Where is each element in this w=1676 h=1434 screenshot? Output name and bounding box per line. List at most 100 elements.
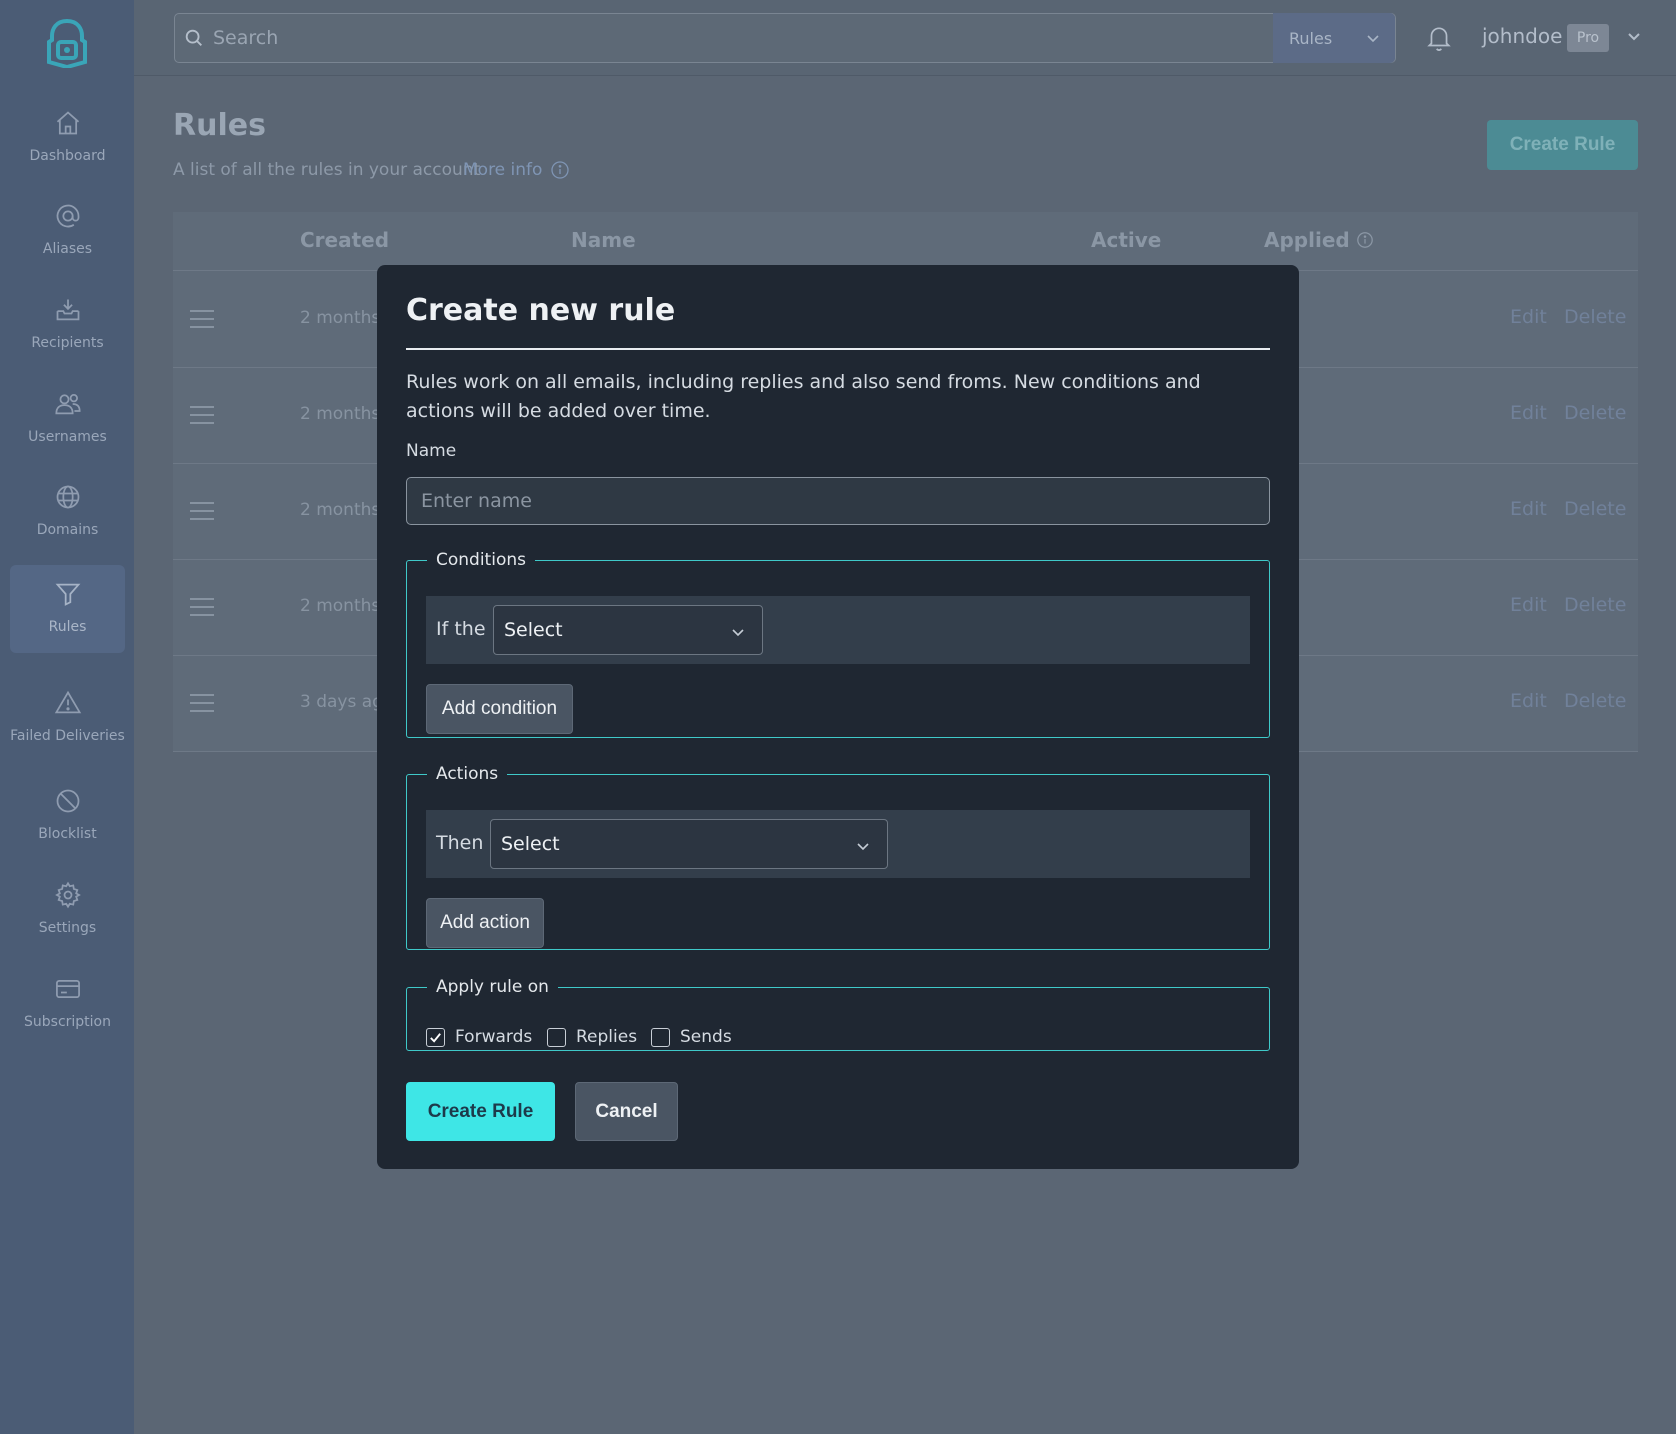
delete-link[interactable]: Delete: [1564, 690, 1626, 712]
sidebar-item-label: Recipients: [31, 335, 104, 351]
drag-handle-icon[interactable]: [189, 692, 215, 714]
column-header-applied-label: Applied: [1264, 228, 1350, 252]
drag-handle-icon[interactable]: [189, 404, 215, 426]
action-select-value: Select: [501, 833, 560, 855]
search-icon: [185, 29, 202, 46]
edit-link[interactable]: Edit: [1510, 498, 1547, 520]
sidebar-item-blocklist[interactable]: Blocklist: [10, 772, 125, 860]
apply-sends-option[interactable]: Sends: [651, 1027, 732, 1047]
edit-link[interactable]: Edit: [1510, 402, 1547, 424]
drag-handle-icon[interactable]: [189, 500, 215, 522]
chevron-down-icon: [1367, 35, 1379, 43]
column-header-active[interactable]: Active: [1091, 228, 1161, 252]
sidebar-item-aliases[interactable]: Aliases: [10, 187, 125, 275]
sidebar-item-label: Usernames: [28, 429, 107, 445]
logo-icon[interactable]: [44, 18, 90, 68]
created-cell: 2 months: [300, 404, 381, 424]
drag-handle-icon[interactable]: [189, 596, 215, 618]
condition-type-select[interactable]: Select: [493, 605, 763, 655]
sidebar-item-label: Settings: [38, 920, 97, 936]
action-row: Then Select: [426, 810, 1250, 878]
created-cell: 3 days ag: [300, 692, 383, 712]
page-title: Rules: [173, 108, 266, 143]
warning-icon: [54, 690, 81, 714]
search-input[interactable]: [213, 27, 1113, 49]
condition-select-value: Select: [504, 619, 563, 641]
search-scope-select[interactable]: Rules: [1273, 13, 1395, 63]
add-action-button[interactable]: Add action: [426, 898, 544, 948]
cancel-button[interactable]: Cancel: [575, 1082, 678, 1141]
add-condition-button[interactable]: Add condition: [426, 684, 573, 734]
sidebar-item-usernames[interactable]: Usernames: [10, 375, 125, 463]
delete-link[interactable]: Delete: [1564, 594, 1626, 616]
chevron-down-icon[interactable]: [1626, 28, 1642, 44]
search-scope-value: Rules: [1289, 28, 1333, 48]
username[interactable]: johndoe: [1482, 24, 1562, 48]
plan-badge: Pro: [1567, 24, 1609, 52]
submit-create-rule-button[interactable]: Create Rule: [406, 1082, 555, 1141]
more-info-link[interactable]: More info: [463, 160, 570, 180]
sidebar-item-failed-deliveries[interactable]: Failed Deliveries: [10, 668, 125, 768]
action-row-label: Then: [436, 832, 484, 854]
replies-label: Replies: [576, 1027, 638, 1047]
users-icon: [54, 394, 81, 415]
modal-description: Rules work on all emails, including repl…: [406, 371, 1201, 422]
column-header-created[interactable]: Created: [300, 228, 389, 252]
action-type-select[interactable]: Select: [490, 819, 888, 869]
delete-link[interactable]: Delete: [1564, 498, 1626, 520]
sidebar-item-label: Domains: [36, 522, 99, 538]
forwards-checkbox[interactable]: [426, 1027, 445, 1047]
rule-name-input[interactable]: [406, 477, 1270, 525]
column-header-applied[interactable]: Applied: [1264, 228, 1374, 252]
sidebar-item-label: Subscription: [24, 1014, 111, 1030]
page-subtitle: A list of all the rules in your account: [173, 160, 481, 180]
condition-row-label: If the: [436, 618, 486, 640]
apply-replies-option[interactable]: Replies: [547, 1027, 637, 1047]
chevron-down-icon: [732, 629, 744, 637]
sidebar: Dashboard Aliases Recipients Usernames D…: [0, 0, 134, 1434]
replies-checkbox[interactable]: [547, 1027, 566, 1047]
info-icon: [551, 161, 570, 179]
edit-link[interactable]: Edit: [1510, 690, 1547, 712]
at-sign-icon: [56, 204, 79, 228]
bell-icon[interactable]: [1426, 24, 1452, 52]
sidebar-item-subscription[interactable]: Subscription: [10, 960, 125, 1048]
created-cell: 2 months: [300, 596, 381, 616]
column-header-name[interactable]: Name: [571, 228, 636, 252]
checkmark-icon: [430, 1032, 441, 1043]
sidebar-item-label: Rules: [48, 619, 87, 635]
apply-on-fieldset: Apply rule on Forwards Replies Sends: [406, 977, 1270, 1051]
edit-link[interactable]: Edit: [1510, 594, 1547, 616]
create-rule-modal: Create new rule Rules work on all emails…: [377, 265, 1299, 1169]
actions-fieldset: Actions Then Select Add action: [406, 764, 1270, 950]
globe-icon: [56, 485, 79, 509]
edit-link[interactable]: Edit: [1510, 306, 1547, 328]
topbar: Rules johndoe Pro: [134, 0, 1676, 76]
conditions-legend: Conditions: [436, 550, 526, 570]
sidebar-item-dashboard[interactable]: Dashboard: [10, 94, 125, 182]
sends-label: Sends: [680, 1027, 732, 1047]
delete-link[interactable]: Delete: [1564, 402, 1626, 424]
apply-forwards-option[interactable]: Forwards: [426, 1027, 532, 1047]
search-box: Rules: [174, 13, 1396, 63]
sidebar-item-settings[interactable]: Settings: [10, 866, 125, 954]
sends-checkbox[interactable]: [651, 1027, 670, 1047]
inbox-download-icon: [56, 299, 79, 321]
condition-row: If the Select: [426, 596, 1250, 664]
chevron-down-icon: [857, 843, 869, 851]
sidebar-item-recipients[interactable]: Recipients: [10, 281, 125, 369]
apply-on-legend: Apply rule on: [436, 977, 549, 997]
actions-legend: Actions: [436, 764, 499, 784]
name-label: Name: [406, 441, 457, 461]
sidebar-item-label: Failed Deliveries: [10, 728, 125, 744]
sidebar-item-rules[interactable]: Rules: [10, 565, 125, 653]
sidebar-item-label: Dashboard: [29, 148, 106, 164]
create-rule-button[interactable]: Create Rule: [1487, 120, 1638, 170]
credit-card-icon: [55, 979, 80, 999]
modal-divider: [406, 348, 1270, 350]
gear-icon: [54, 881, 81, 909]
drag-handle-icon[interactable]: [189, 308, 215, 330]
sidebar-item-domains[interactable]: Domains: [10, 468, 125, 556]
modal-title: Create new rule: [406, 293, 676, 328]
delete-link[interactable]: Delete: [1564, 306, 1626, 328]
